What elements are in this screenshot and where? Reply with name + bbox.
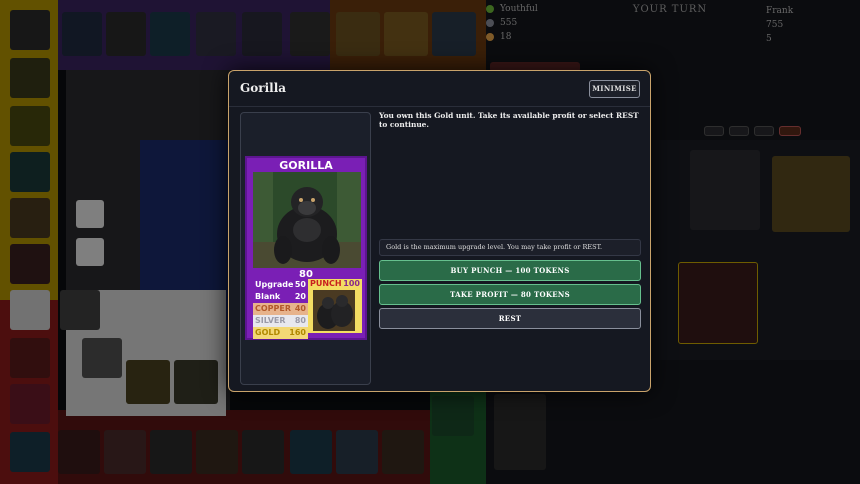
punch-label: PUNCH [310,279,342,288]
punch-header: PUNCH 100 [308,279,362,289]
take-profit-button[interactable]: TAKE PROFIT — 80 TOKENS [379,284,641,305]
stat-value: 50 [294,280,306,289]
card-panel: GORILLA 80 Upgrade 50 Blank 20 COPPER 40… [240,112,371,385]
stat-value: 160 [289,328,306,337]
minimise-button[interactable]: MINIMISE [589,80,640,98]
stat-label: SILVER [255,316,286,325]
stat-row-gold: GOLD 160 [253,327,308,339]
punch-art [313,290,355,331]
card-name: GORILLA [279,159,333,172]
stat-row-upgrade: Upgrade 50 [253,279,308,291]
stat-label: GOLD [255,328,281,337]
rest-button[interactable]: REST [379,308,641,329]
stat-value: 40 [294,304,306,313]
stat-label: COPPER [255,304,292,313]
gorilla-art [253,172,361,268]
stat-row-silver: SILVER 80 [253,315,308,327]
punch-value: 100 [343,279,360,288]
stat-value: 20 [294,292,306,301]
gorilla-illustration [253,172,361,268]
stat-label: Blank [255,292,281,301]
card-stats: Upgrade 50 Blank 20 COPPER 40 SILVER 80 … [253,279,308,339]
punch-illustration [313,290,355,331]
stat-row-copper: COPPER 40 [253,303,308,315]
stat-label: Upgrade [255,280,294,289]
stat-row-blank: Blank 20 [253,291,308,303]
buy-punch-button[interactable]: BUY PUNCH — 100 TOKENS [379,260,641,281]
punch-box: PUNCH 100 [308,279,362,333]
stat-value: 80 [294,316,306,325]
modal-header: Gorilla MINIMISE [229,71,650,107]
unit-card: GORILLA 80 Upgrade 50 Blank 20 COPPER 40… [245,156,367,340]
modal-message: You own this Gold unit. Take its availab… [379,111,639,129]
modal-title: Gorilla [240,81,287,95]
unit-modal: Gorilla MINIMISE GORILLA 80 Upgrade 50 B… [228,70,651,392]
upgrade-notice: Gold is the maximum upgrade level. You m… [379,239,641,256]
